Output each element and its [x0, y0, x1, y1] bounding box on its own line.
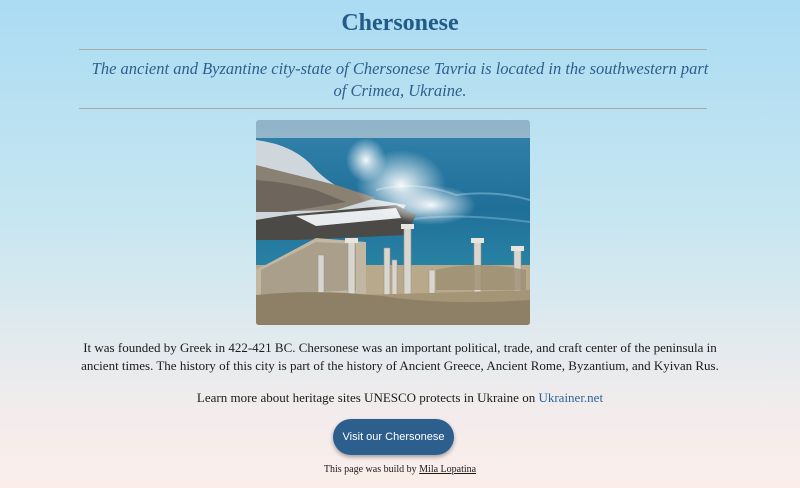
- page-credit: This page was build by Mila Lopatina: [0, 464, 800, 476]
- credit-text: This page was build by: [323, 464, 417, 475]
- author-link[interactable]: Mila Lopatina: [419, 464, 476, 475]
- learn-more-text: Learn more about heritage sites UNESCO p…: [196, 390, 536, 405]
- chersonese-ruins-image: [256, 120, 530, 325]
- history-paragraph: It was founded by Greek in 422-421 BC. C…: [81, 340, 719, 373]
- page-title: Chersonese: [341, 10, 459, 36]
- ukrainer-link[interactable]: Ukrainer.net: [538, 390, 603, 405]
- learn-more-paragraph: Learn more about heritage sites UNESCO p…: [0, 389, 800, 407]
- lead-text: The ancient and Byzantine city-state of …: [91, 59, 709, 100]
- visit-chersonese-button[interactable]: Visit our Chersonese: [333, 419, 454, 455]
- page: Chersonese The ancient and Byzantine cit…: [0, 0, 800, 488]
- divider-top: [79, 49, 707, 50]
- divider-bottom: [79, 108, 707, 109]
- chersonese-photo: [256, 120, 530, 325]
